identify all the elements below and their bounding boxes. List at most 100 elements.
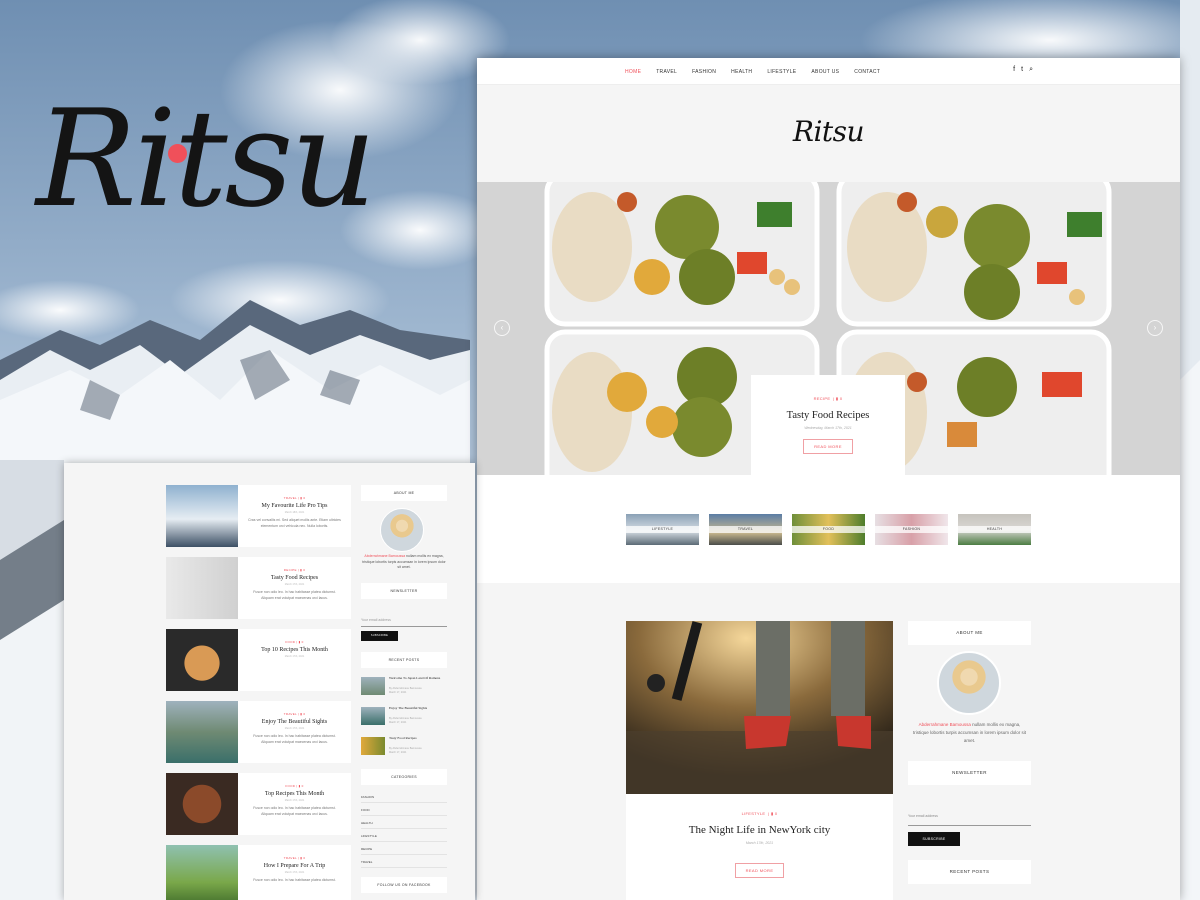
comment-icon: ▮ — [770, 811, 774, 816]
slide-comment-count: 0 — [839, 396, 843, 401]
slide-category[interactable]: RECIPE — [814, 396, 831, 401]
list-post-category[interactable]: RECIPE — [284, 568, 297, 572]
recent-post-thumbnail[interactable] — [361, 677, 385, 695]
list-post-card[interactable]: FOOD | ▮ 0 Top Recipes This Month March 17… — [166, 773, 351, 835]
category-tile[interactable]: FOOD — [792, 514, 865, 545]
newsletter-title: NEWSLETTER — [952, 770, 987, 775]
nav-item[interactable]: FASHION — [692, 69, 716, 75]
left-email-underline — [361, 626, 447, 627]
category-link[interactable]: RECIPE — [361, 845, 447, 855]
subscribe-button[interactable]: SUBSCRIBE — [908, 832, 960, 846]
list-post-category[interactable]: TRAVEL — [284, 856, 297, 860]
list-post-excerpt: Fusce non odio leo. In hac habitasse pla… — [253, 734, 336, 744]
about-widget-header: ABOUT ME — [908, 621, 1031, 645]
slide-caption-card: RECIPE | ▮ 0 Tasty Food Recipes Wednesda… — [751, 375, 905, 477]
post-thumbnail[interactable] — [166, 701, 238, 763]
list-post-comments: 0 — [303, 568, 306, 572]
twitter-icon[interactable]: t — [1021, 66, 1023, 74]
recent-post-thumbnail[interactable] — [361, 707, 385, 725]
nav-item[interactable]: ABOUT US — [811, 69, 839, 75]
post-title[interactable]: The Night Life in NewYork city — [626, 824, 893, 836]
category-link[interactable]: FOOD — [361, 806, 447, 816]
nav-item[interactable]: CONTACT — [854, 69, 880, 75]
nav-item[interactable]: TRAVEL — [656, 69, 677, 75]
comment-icon: ▮ — [298, 640, 301, 644]
category-link[interactable]: LIFESTYLE — [361, 832, 447, 842]
comment-icon: ▮ — [300, 712, 303, 716]
list-post-title[interactable]: Top Recipes This Month — [238, 791, 351, 797]
list-post-meta: TRAVEL | ▮ 0 — [283, 856, 306, 860]
list-post-title[interactable]: Top 10 Recipes This Month — [238, 647, 351, 653]
post-body: LIFESTYLE | ▮ 0 The Night Life in NewYor… — [626, 811, 893, 878]
list-post-title[interactable]: Tasty Food Recipes — [238, 575, 351, 581]
list-post-title[interactable]: Enjoy The Beautiful Sights — [238, 719, 351, 725]
left-about-title: ABOUT ME — [393, 491, 415, 495]
left-follow-title: FOLLOW US ON FACEBOOK — [377, 883, 431, 887]
recent-post-title[interactable]: Welcome To Japan Land Of Ramens — [389, 676, 447, 682]
comment-icon: ▮ — [300, 568, 303, 572]
post-thumbnail[interactable] — [166, 773, 238, 835]
slide-read-more-button[interactable]: READ MORE — [803, 439, 853, 454]
nav-item[interactable]: HOME — [625, 69, 641, 75]
comment-icon: ▮ — [298, 784, 301, 788]
featured-post-card: LIFESTYLE | ▮ 0 The Night Life in NewYor… — [626, 621, 893, 900]
list-post-date: March 17th, 2021 — [284, 871, 305, 874]
category-link[interactable]: FASHION — [361, 793, 447, 803]
list-post-title[interactable]: How I Prepare For A Trip — [238, 863, 351, 869]
left-subscribe-button[interactable]: SUBSCRIBE — [361, 631, 398, 641]
recent-post-title[interactable]: Enjoy The Beautiful Sights — [389, 706, 447, 712]
post-thumbnail[interactable] — [166, 629, 238, 691]
logo-dot — [168, 144, 187, 163]
post-thumbnail[interactable] — [166, 557, 238, 619]
list-post-meta: RECIPE | ▮ 0 — [283, 568, 306, 572]
list-post-card[interactable]: FOOD | ▮ 0 Top 10 Recipes This Month March… — [166, 629, 351, 691]
list-post-card[interactable]: TRAVEL | ▮ 0 My Favourite Life Pro Tips Ma… — [166, 485, 351, 547]
list-post-meta: TRAVEL | ▮ 0 — [283, 712, 306, 716]
comment-icon: ▮ — [300, 856, 303, 860]
post-image[interactable] — [626, 621, 893, 794]
category-tile[interactable]: HEALTH — [958, 514, 1031, 545]
list-post-card[interactable]: TRAVEL | ▮ 0 How I Prepare For A Trip Marc… — [166, 845, 351, 900]
slider-prev-arrow[interactable]: ‹ — [494, 320, 510, 336]
list-post-category[interactable]: FOOD — [285, 640, 295, 644]
list-post-excerpt: Fusce non odio leo. In hac habitasse pla… — [253, 878, 336, 882]
newsletter-widget-header: NEWSLETTER — [908, 761, 1031, 785]
nav-item[interactable]: HEALTH — [731, 69, 752, 75]
email-field[interactable]: Your email address — [908, 814, 938, 818]
about-name[interactable]: Abderrahmane Bamoussa — [919, 722, 971, 727]
list-post-date: March 17th, 2021 — [284, 583, 305, 586]
site-logo[interactable]: Ritsu — [477, 115, 1180, 148]
left-email-field[interactable]: Your email address — [361, 618, 391, 624]
search-icon[interactable]: ⌕ — [1029, 66, 1033, 74]
list-post-category[interactable]: FOOD — [285, 784, 295, 788]
list-post-date: March 17th, 2021 — [284, 727, 305, 730]
category-tile[interactable]: TRAVEL — [709, 514, 782, 545]
left-about-name[interactable]: Abderrahmane Bamoussa — [364, 554, 405, 558]
left-categories-title: CATEGORIES — [391, 775, 417, 779]
post-category[interactable]: LIFESTYLE — [742, 811, 766, 816]
about-title: ABOUT ME — [956, 630, 983, 635]
list-post-date: March 17th, 2021 — [284, 655, 305, 658]
recent-post-title[interactable]: Tasty Food Recipes — [389, 736, 447, 742]
list-post-category[interactable]: TRAVEL — [284, 712, 297, 716]
secondary-preview: TRAVEL | ▮ 0 My Favourite Life Pro Tips Ma… — [64, 463, 475, 900]
post-thumbnail[interactable] — [166, 845, 238, 900]
post-thumbnail[interactable] — [166, 485, 238, 547]
list-post-card[interactable]: TRAVEL | ▮ 0 Enjoy The Beautiful Sights Ma… — [166, 701, 351, 763]
slider-next-arrow[interactable]: › — [1147, 320, 1163, 336]
facebook-icon[interactable]: f — [1013, 66, 1015, 74]
category-tile[interactable]: LIFESTYLE — [626, 514, 699, 545]
list-post-title[interactable]: My Favourite Life Pro Tips — [238, 503, 351, 509]
list-post-card[interactable]: RECIPE | ▮ 0 Tasty Food Recipes March 17th… — [166, 557, 351, 619]
slide-title[interactable]: Tasty Food Recipes — [751, 410, 905, 421]
category-tile[interactable]: FASHION — [875, 514, 948, 545]
post-read-more-button[interactable]: READ MORE — [734, 863, 785, 878]
nav-item[interactable]: LIFESTYLE — [767, 69, 796, 75]
category-link[interactable]: HEALTH — [361, 819, 447, 829]
slide-meta: RECIPE | ▮ 0 — [813, 396, 843, 401]
recent-post-thumbnail[interactable] — [361, 737, 385, 755]
list-post-meta: FOOD | ▮ 0 — [285, 640, 304, 644]
list-post-category[interactable]: TRAVEL — [284, 496, 297, 500]
category-strip: LIFESTYLE TRAVEL FOOD FASHION HEALTH — [477, 475, 1180, 583]
category-link[interactable]: TRAVEL — [361, 858, 447, 868]
